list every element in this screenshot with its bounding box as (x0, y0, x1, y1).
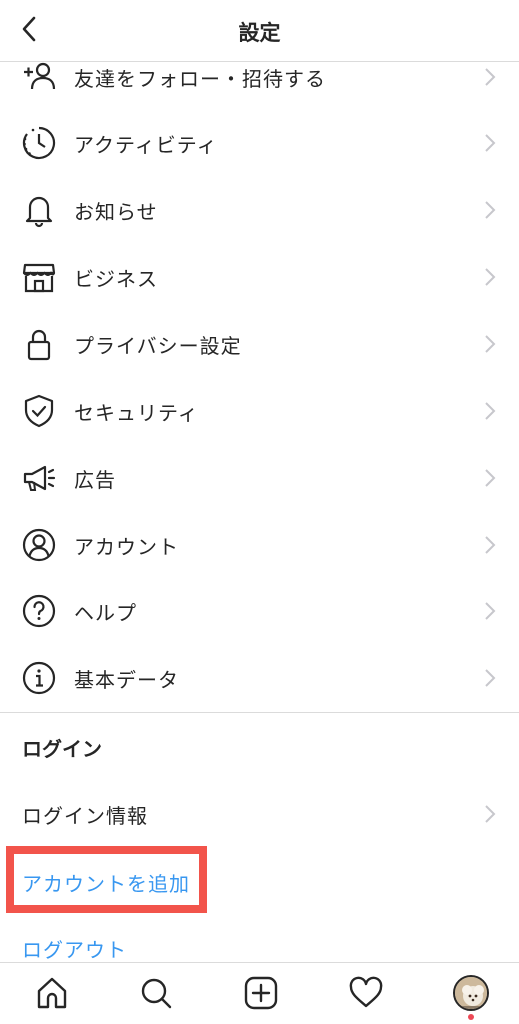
menu-item-account[interactable]: アカウント (0, 512, 519, 578)
tab-profile[interactable] (449, 971, 493, 1015)
info-icon (20, 659, 58, 697)
menu-label: ログイン情報 (22, 804, 148, 828)
notification-dot (468, 1014, 474, 1020)
chevron-right-icon (481, 132, 499, 154)
chevron-right-icon (481, 803, 499, 825)
help-icon (20, 592, 58, 630)
tab-new-post[interactable] (239, 971, 283, 1015)
tab-search[interactable] (134, 971, 178, 1015)
menu-label: セキュリティ (74, 400, 199, 425)
menu-label: 広告 (74, 467, 116, 492)
menu-item-notifications[interactable]: お知らせ (0, 177, 519, 243)
chevron-right-icon (481, 199, 499, 221)
bell-icon (20, 191, 58, 229)
menu-item-follow-invite[interactable]: 友達をフォロー・招待する (0, 44, 519, 110)
chevron-right-icon (481, 66, 499, 88)
menu-label: 友達をフォロー・招待する (74, 66, 326, 91)
home-icon (37, 977, 67, 1009)
lock-icon (20, 325, 58, 363)
shop-icon (20, 258, 58, 296)
chevron-right-icon (481, 534, 499, 556)
menu-label: ヘルプ (74, 600, 137, 625)
menu-item-ads[interactable]: 広告 (0, 445, 519, 511)
section-divider (0, 712, 519, 713)
chevron-right-icon (481, 667, 499, 689)
section-title-login: ログイン (22, 737, 102, 761)
heart-icon (349, 976, 383, 1008)
menu-label: お知らせ (74, 199, 158, 224)
menu-item-security[interactable]: セキュリティ (0, 378, 519, 444)
menu-label: プライバシー設定 (74, 333, 242, 358)
tab-activity[interactable] (344, 971, 388, 1015)
chevron-right-icon (481, 400, 499, 422)
shield-check-icon (20, 392, 58, 430)
menu-label: 基本データ (74, 667, 179, 692)
bottom-tab-bar (0, 962, 519, 1024)
menu-label: ビジネス (74, 266, 158, 291)
profile-avatar (453, 975, 489, 1011)
chevron-right-icon (481, 266, 499, 288)
highlight-annotation (6, 846, 207, 913)
menu-item-help[interactable]: ヘルプ (0, 578, 519, 644)
chevron-right-icon (481, 600, 499, 622)
menu-label: アカウント (74, 534, 179, 559)
page-title: 設定 (238, 21, 281, 45)
activity-clock-icon (20, 124, 58, 162)
menu-item-about[interactable]: 基本データ (0, 645, 519, 711)
add-user-icon (20, 58, 58, 96)
chevron-right-icon (481, 333, 499, 355)
search-icon (141, 978, 172, 1009)
logout-link[interactable]: ログアウト (22, 934, 127, 963)
user-circle-icon (20, 526, 58, 564)
menu-label: アクティビティ (74, 132, 218, 157)
new-post-icon (244, 976, 278, 1010)
megaphone-icon (20, 459, 58, 497)
menu-item-activity[interactable]: アクティビティ (0, 110, 519, 176)
tab-home[interactable] (30, 971, 74, 1015)
menu-item-login-info[interactable]: ログイン情報 (0, 784, 519, 844)
chevron-right-icon (481, 467, 499, 489)
menu-item-business[interactable]: ビジネス (0, 244, 519, 310)
menu-item-privacy[interactable]: プライバシー設定 (0, 311, 519, 377)
